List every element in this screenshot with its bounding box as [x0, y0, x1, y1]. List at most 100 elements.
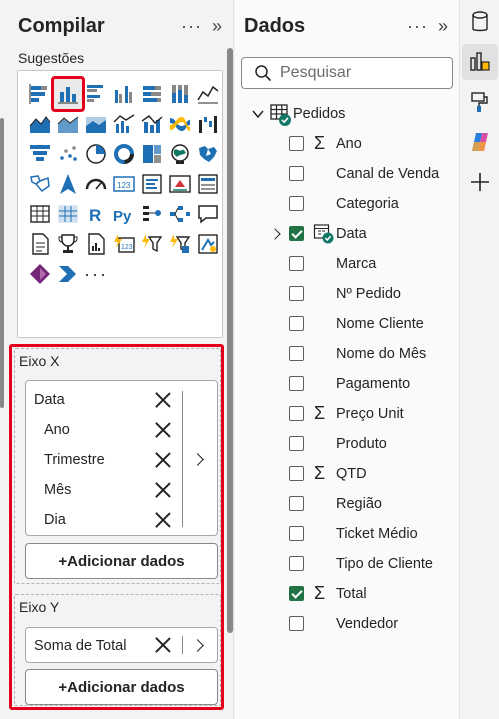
ribbon-chart-icon[interactable]: [166, 109, 194, 139]
build-pane-scroll-thumb[interactable]: [227, 48, 233, 633]
field-item[interactable]: Σ Preço Unit: [235, 399, 459, 429]
area-chart-icon[interactable]: [26, 109, 54, 139]
remove-field-icon[interactable]: [154, 481, 172, 499]
field-checkbox[interactable]: [289, 196, 304, 211]
collapse-pane-icon[interactable]: »: [212, 16, 223, 37]
field-checkbox[interactable]: [289, 406, 304, 421]
remove-field-icon[interactable]: [154, 451, 172, 469]
remove-field-icon[interactable]: [154, 636, 172, 654]
field-item[interactable]: Tipo de Cliente: [235, 549, 459, 579]
filled-map-icon[interactable]: [194, 139, 222, 169]
pie-chart-icon[interactable]: [82, 139, 110, 169]
x-axis-add-data-button[interactable]: +Adicionar dados: [25, 543, 218, 579]
stacked-bar-icon[interactable]: [26, 79, 54, 109]
stacked-column-icon[interactable]: [51, 76, 85, 112]
slicer-icon[interactable]: [194, 169, 222, 199]
field-checkbox[interactable]: [289, 256, 304, 271]
field-item[interactable]: Vendedor: [235, 609, 459, 639]
x-field-trimestre[interactable]: Trimestre: [44, 445, 105, 475]
line-chart-icon[interactable]: [194, 79, 222, 109]
line-clustered-column-icon[interactable]: [110, 109, 138, 139]
field-item[interactable]: Marca: [235, 249, 459, 279]
x-field-mes[interactable]: Mês: [44, 475, 71, 505]
decomposition-tree-icon[interactable]: [166, 199, 194, 229]
line-stacked-column-icon[interactable]: [138, 109, 166, 139]
power-apps-icon[interactable]: [26, 259, 54, 289]
clustered-bar-icon[interactable]: [82, 79, 110, 109]
100-stacked-bar-icon[interactable]: [138, 79, 166, 109]
field-checkbox[interactable]: [289, 346, 304, 361]
shape-map-icon[interactable]: [26, 169, 54, 199]
stacked-area-icon[interactable]: [54, 109, 82, 139]
donut-chart-icon[interactable]: [110, 139, 138, 169]
power-automate-icon[interactable]: [166, 229, 194, 259]
narrative-icon[interactable]: [26, 229, 54, 259]
clustered-column-icon[interactable]: [110, 79, 138, 109]
data-pane-toggle[interactable]: [462, 4, 498, 40]
azure-map-icon[interactable]: [54, 169, 82, 199]
kpi-icon[interactable]: [166, 169, 194, 199]
collapse-pane-icon[interactable]: »: [438, 16, 449, 37]
build-pane-scrollbar[interactable]: [227, 48, 233, 708]
remove-field-icon[interactable]: [154, 421, 172, 439]
field-checkbox[interactable]: [289, 616, 304, 631]
field-checkbox[interactable]: [289, 316, 304, 331]
field-checkbox[interactable]: [289, 436, 304, 451]
field-checkbox[interactable]: [289, 166, 304, 181]
chevron-down-icon[interactable]: [251, 107, 265, 121]
power-automate-flow-icon[interactable]: [54, 259, 82, 289]
x-field-ano[interactable]: Ano: [44, 415, 70, 445]
scatter-chart-icon[interactable]: [54, 139, 82, 169]
remove-field-icon[interactable]: [154, 391, 172, 409]
multi-row-card-icon[interactable]: [138, 169, 166, 199]
power-apps-card-icon[interactable]: 123: [110, 229, 138, 259]
table-pedidos[interactable]: Pedidos: [235, 99, 459, 129]
copilot-toggle[interactable]: [462, 124, 498, 160]
azure-analytics-icon[interactable]: [194, 229, 222, 259]
search-input[interactable]: [280, 64, 440, 82]
chevron-right-icon[interactable]: [191, 453, 204, 466]
field-checkbox[interactable]: [289, 376, 304, 391]
100-stacked-column-icon[interactable]: [166, 79, 194, 109]
build-pane-toggle[interactable]: [462, 44, 498, 80]
remove-field-icon[interactable]: [154, 511, 172, 529]
field-checkbox[interactable]: [289, 286, 304, 301]
field-checkbox[interactable]: [289, 496, 304, 511]
chevron-right-icon[interactable]: [191, 639, 204, 652]
goals-icon[interactable]: [54, 229, 82, 259]
field-item[interactable]: Produto: [235, 429, 459, 459]
table-visual-icon[interactable]: [26, 199, 54, 229]
x-field-data[interactable]: Data: [34, 385, 65, 415]
chevron-right-icon[interactable]: [269, 228, 281, 240]
search-box[interactable]: [241, 57, 453, 89]
field-item[interactable]: Região: [235, 489, 459, 519]
python-visual-icon[interactable]: Py: [110, 199, 138, 229]
field-checkbox[interactable]: [289, 556, 304, 571]
funnel-chart-icon[interactable]: [26, 139, 54, 169]
card-icon[interactable]: 123: [110, 169, 138, 199]
field-checkbox[interactable]: [289, 226, 304, 241]
r-visual-icon[interactable]: R: [82, 199, 110, 229]
qna-icon[interactable]: [194, 199, 222, 229]
field-item[interactable]: Nome Cliente: [235, 309, 459, 339]
y-axis-add-data-button[interactable]: +Adicionar dados: [25, 669, 218, 705]
field-item[interactable]: Σ Ano: [235, 129, 459, 159]
waterfall-chart-icon[interactable]: [194, 109, 222, 139]
field-item[interactable]: Data: [235, 219, 459, 249]
power-apps-slicer-icon[interactable]: [138, 229, 166, 259]
100-stacked-area-icon[interactable]: [82, 109, 110, 139]
field-checkbox[interactable]: [289, 526, 304, 541]
field-checkbox[interactable]: [289, 466, 304, 481]
y-field-soma-de-total[interactable]: Soma de Total: [34, 631, 126, 661]
gauge-icon[interactable]: [82, 169, 110, 199]
field-item[interactable]: Ticket Médio: [235, 519, 459, 549]
more-options-icon[interactable]: ···: [181, 16, 202, 37]
format-pane-toggle[interactable]: [462, 84, 498, 120]
treemap-icon[interactable]: [138, 139, 166, 169]
left-scrollbar[interactable]: [0, 118, 4, 408]
field-item[interactable]: Pagamento: [235, 369, 459, 399]
x-field-dia[interactable]: Dia: [44, 505, 66, 535]
field-item[interactable]: Σ Total: [235, 579, 459, 609]
field-checkbox[interactable]: [289, 586, 304, 601]
more-visuals-icon[interactable]: ···: [82, 259, 110, 289]
